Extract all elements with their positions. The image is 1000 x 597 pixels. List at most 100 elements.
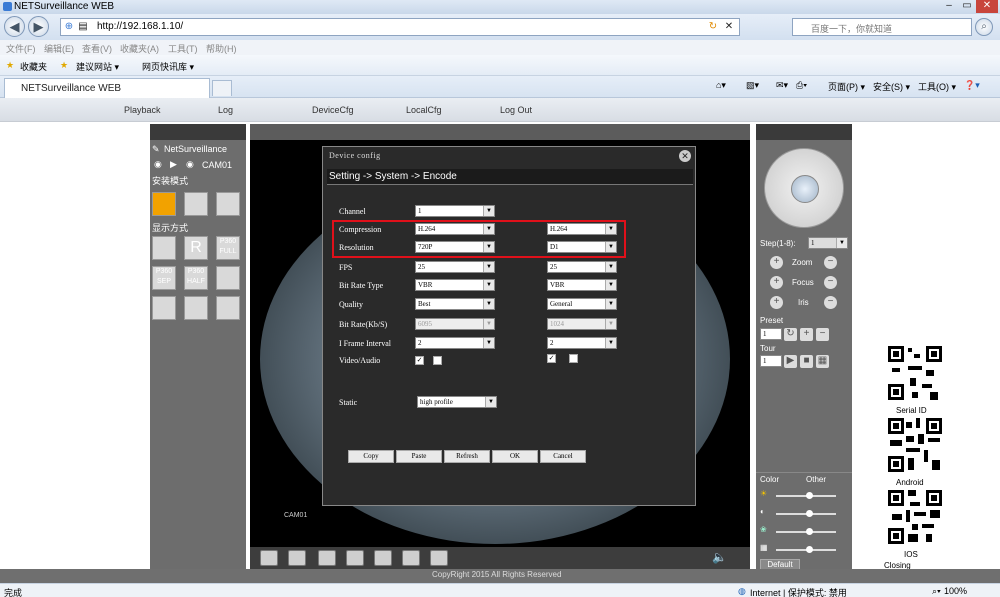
search-icon[interactable]: ⌕ [975, 18, 993, 36]
preset-input[interactable]: 1 [760, 328, 782, 340]
close-window-button[interactable]: ✕ [976, 0, 998, 13]
menu-help[interactable]: 帮助(H) [206, 42, 237, 55]
new-tab-button[interactable] [212, 80, 232, 96]
preset-goto-icon[interactable]: ↻ [784, 328, 797, 341]
maximize-button[interactable]: ▭ [958, 0, 976, 13]
ceiling-mount-button[interactable] [152, 192, 176, 216]
saturation-slider[interactable] [776, 528, 836, 535]
feeds-icon[interactable]: ▧▾ [746, 80, 759, 91]
suggested-sites-link[interactable]: 建议网站 ▾ [76, 60, 119, 73]
dialog-close-icon[interactable]: ✕ [679, 150, 691, 162]
record-video-icon[interactable] [318, 550, 336, 566]
fullscreen-icon[interactable] [260, 550, 278, 566]
play-icon[interactable]: ▶ [170, 159, 177, 170]
nav-log[interactable]: Log [218, 105, 233, 115]
copy-button[interactable]: Copy [348, 450, 394, 463]
minimize-button[interactable]: – [940, 0, 958, 13]
sub-audio-checkbox[interactable] [569, 354, 578, 363]
nav-playback[interactable]: Playback [124, 105, 161, 115]
focus-in-icon[interactable]: + [770, 276, 783, 289]
split-view-button-1[interactable] [152, 296, 176, 320]
tour-stop-icon[interactable]: ■ [800, 355, 813, 368]
r-view-button[interactable]: R [184, 236, 208, 260]
main-quality-select[interactable]: Best ▼ [415, 298, 495, 310]
nav-devicecfg[interactable]: DeviceCfg [312, 105, 354, 115]
paste-button[interactable]: Paste [396, 450, 442, 463]
p360-full-button[interactable]: P360 FULL [216, 236, 240, 260]
camera-label[interactable]: CAM01 [202, 160, 232, 170]
p360-sep-button[interactable]: P360 SEP [152, 266, 176, 290]
home-icon[interactable]: ⌂▾ [716, 80, 726, 91]
image-icon[interactable] [374, 550, 392, 566]
zoom-out-icon[interactable]: − [824, 256, 837, 269]
main-fps-select[interactable]: 25 ▼ [415, 261, 495, 273]
browser-tab[interactable]: NETSurveillance WEB [4, 78, 210, 98]
tools-menu[interactable]: 工具(O) ▾ [918, 80, 956, 93]
main-iframe-select[interactable]: 2 ▼ [415, 337, 495, 349]
menu-favorites[interactable]: 收藏夹(A) [120, 42, 159, 55]
preset-remove-icon[interactable]: − [816, 328, 829, 341]
sub-bitrate-type-select[interactable]: VBR ▼ [547, 279, 617, 291]
search-box[interactable]: 百度一下，你就知道 [792, 18, 972, 36]
stop-icon[interactable]: ✕ [723, 21, 735, 33]
ptz-center-button[interactable] [791, 175, 819, 203]
zoom-in-icon[interactable]: + [770, 256, 783, 269]
split-view-button-2[interactable] [184, 296, 208, 320]
refresh-button[interactable]: Refresh [444, 450, 490, 463]
menu-edit[interactable]: 编辑(E) [44, 42, 74, 55]
talk-icon[interactable] [402, 550, 420, 566]
tour-input[interactable]: 1 [760, 355, 782, 367]
color-tab[interactable]: Color [760, 475, 779, 484]
video-settings-icon[interactable] [430, 550, 448, 566]
other-tab[interactable]: Other [806, 475, 826, 484]
brightness-slider[interactable] [776, 492, 836, 499]
sub-video-checkbox[interactable]: ✓ [547, 354, 556, 363]
web-slice-link[interactable]: 网页快讯库 ▾ [142, 60, 194, 73]
quad-view-button[interactable] [216, 266, 240, 290]
static-select[interactable]: high profile ▼ [417, 396, 497, 408]
forward-button[interactable]: ▶ [28, 16, 49, 37]
tour-start-icon[interactable]: ▶ [784, 355, 797, 368]
preset-add-icon[interactable]: + [800, 328, 813, 341]
favorites-button[interactable]: 收藏夹 [20, 60, 47, 73]
print-icon[interactable]: ⎙▾ [796, 80, 807, 91]
safety-menu[interactable]: 安全(S) ▾ [873, 80, 910, 93]
main-video-checkbox[interactable]: ✓ [415, 356, 424, 365]
menu-file[interactable]: 文件(F) [6, 42, 36, 55]
help-icon[interactable]: ❓▾ [964, 80, 980, 91]
p360-half-button[interactable]: P360 HALF [184, 266, 208, 290]
mail-icon[interactable]: ✉▾ [776, 80, 788, 91]
table-mount-button[interactable] [184, 192, 208, 216]
fisheye-view-button[interactable] [152, 236, 176, 260]
cancel-button[interactable]: Cancel [540, 450, 586, 463]
snapshot-icon[interactable] [346, 550, 364, 566]
ok-button[interactable]: OK [492, 450, 538, 463]
speaker-mute-icon[interactable]: 🔈 [712, 550, 727, 564]
address-bar[interactable]: ⊕ ▤ http://192.168.1.10/ ↻ ✕ [60, 18, 740, 36]
zoom-level[interactable]: 100% [944, 586, 967, 596]
back-button[interactable]: ◀ [4, 16, 25, 37]
step-select[interactable]: 1 ▼ [808, 237, 848, 249]
hue-slider[interactable] [776, 546, 836, 553]
contrast-slider[interactable] [776, 510, 836, 517]
iris-in-icon[interactable]: + [770, 296, 783, 309]
nav-logout[interactable]: Log Out [500, 105, 532, 115]
channel-select[interactable]: 1 ▼ [415, 205, 495, 217]
sub-fps-select[interactable]: 25 ▼ [547, 261, 617, 273]
menu-tools[interactable]: 工具(T) [168, 42, 198, 55]
record-icon[interactable]: ◉ [154, 159, 162, 170]
zoom-icon[interactable]: ⌕▾ [932, 586, 941, 597]
ptz-direction-pad[interactable] [764, 148, 844, 228]
tour-grid-icon[interactable]: ▦ [816, 355, 829, 368]
sub-iframe-select[interactable]: 2 ▼ [547, 337, 617, 349]
page-menu[interactable]: 页面(P) ▾ [828, 80, 865, 93]
focus-out-icon[interactable]: − [824, 276, 837, 289]
main-audio-checkbox[interactable] [433, 356, 442, 365]
main-bitrate-type-select[interactable]: VBR ▼ [415, 279, 495, 291]
single-view-icon[interactable] [288, 550, 306, 566]
wall-mount-button[interactable] [216, 192, 240, 216]
split-view-button-3[interactable] [216, 296, 240, 320]
menu-view[interactable]: 查看(V) [82, 42, 112, 55]
nav-localcfg[interactable]: LocalCfg [406, 105, 442, 115]
camera-icon[interactable]: ◉ [186, 159, 194, 170]
